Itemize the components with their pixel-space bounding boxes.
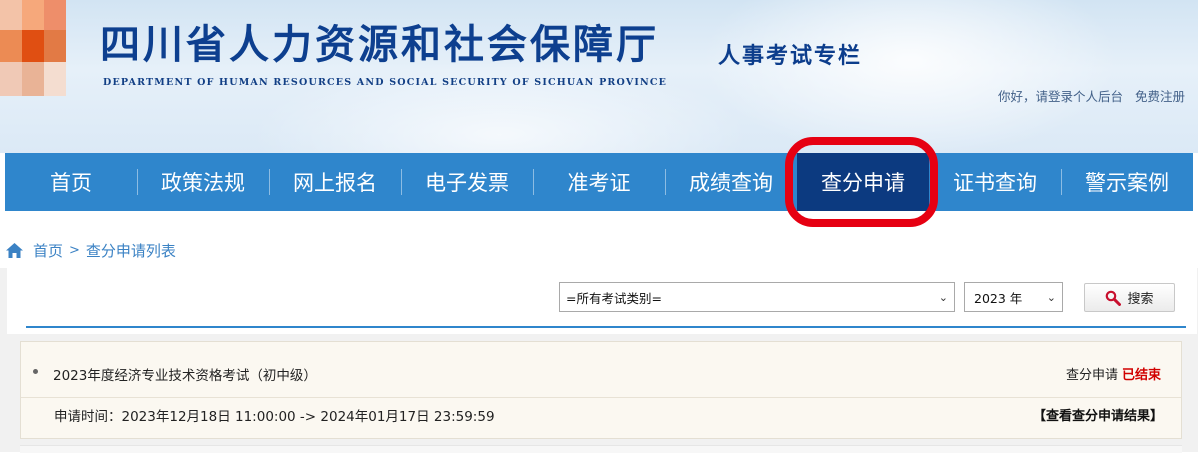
view-result-link[interactable]: 【查看查分申请结果】: [1033, 405, 1163, 424]
user-links: 你好，请登录个人后台 免费注册: [998, 86, 1185, 105]
chevron-down-icon: ⌄: [1046, 290, 1056, 304]
site-subtitle: DEPARTMENT OF HUMAN RESOURCES AND SOCIAL…: [103, 77, 668, 88]
search-button[interactable]: 搜索: [1084, 283, 1175, 312]
nav-certificate[interactable]: 证书查询: [929, 153, 1061, 211]
status-badge: 已结束: [1121, 368, 1161, 383]
logo: [0, 0, 70, 100]
nav-home[interactable]: 首页: [5, 153, 137, 211]
year-value: 2023 年: [974, 290, 1023, 306]
year-select[interactable]: 2023 年 ⌄: [964, 282, 1063, 312]
application-time: 申请时间：2023年12月18日 11:00:00 -> 2024年01月17日…: [54, 405, 495, 425]
list-item: 2023年度经济专业技术资格考试（初中级） 查分申请 已结束 申请时间：2023年…: [20, 341, 1182, 439]
status: 查分申请 已结束: [1066, 364, 1161, 383]
exam-type-select[interactable]: =所有考试类别= ⌄: [559, 282, 955, 312]
cloud-decoration: [700, 0, 1120, 153]
nav-invoice[interactable]: 电子发票: [401, 153, 533, 211]
column-title: 人事考试专栏: [718, 43, 863, 69]
chevron-down-icon: ⌄: [938, 290, 948, 304]
cloud-decoration: [250, 60, 750, 153]
bullet-icon: [33, 369, 38, 374]
time-range: 2023年12月18日 11:00:00 -> 2024年01月17日 23:5…: [121, 409, 495, 425]
search-icon: [1105, 290, 1122, 306]
nav-warning-cases[interactable]: 警示案例: [1061, 153, 1193, 211]
header-banner: 四川省人力资源和社会保障厅 DEPARTMENT OF HUMAN RESOUR…: [0, 0, 1198, 153]
login-link[interactable]: 你好，请登录个人后台: [998, 89, 1123, 104]
home-icon: [6, 242, 23, 258]
exam-title[interactable]: 2023年度经济专业技术资格考试（初中级）: [53, 364, 317, 384]
nav-admission-ticket[interactable]: 准考证: [533, 153, 665, 211]
nav-score-review[interactable]: 查分申请: [797, 153, 929, 211]
breadcrumb-home[interactable]: 首页: [33, 240, 63, 261]
nav-policy[interactable]: 政策法规: [137, 153, 269, 211]
register-link[interactable]: 免费注册: [1135, 89, 1185, 104]
breadcrumb-separator: >: [69, 242, 80, 258]
divider: [26, 326, 1186, 328]
nav-score-query[interactable]: 成绩查询: [665, 153, 797, 211]
status-label: 查分申请: [1065, 368, 1118, 383]
nav-registration[interactable]: 网上报名: [269, 153, 401, 211]
search-label: 搜索: [1127, 292, 1154, 307]
breadcrumb: 首页 > 查分申请列表: [6, 238, 176, 262]
main-nav: 首页 政策法规 网上报名 电子发票 准考证 成绩查询 查分申请 证书查询 警示案…: [5, 153, 1193, 211]
exam-type-value: =所有考试类别=: [566, 290, 662, 306]
breadcrumb-current: 查分申请列表: [85, 241, 176, 260]
site-title: 四川省人力资源和社会保障厅: [100, 21, 659, 68]
time-label: 申请时间：: [54, 409, 122, 425]
